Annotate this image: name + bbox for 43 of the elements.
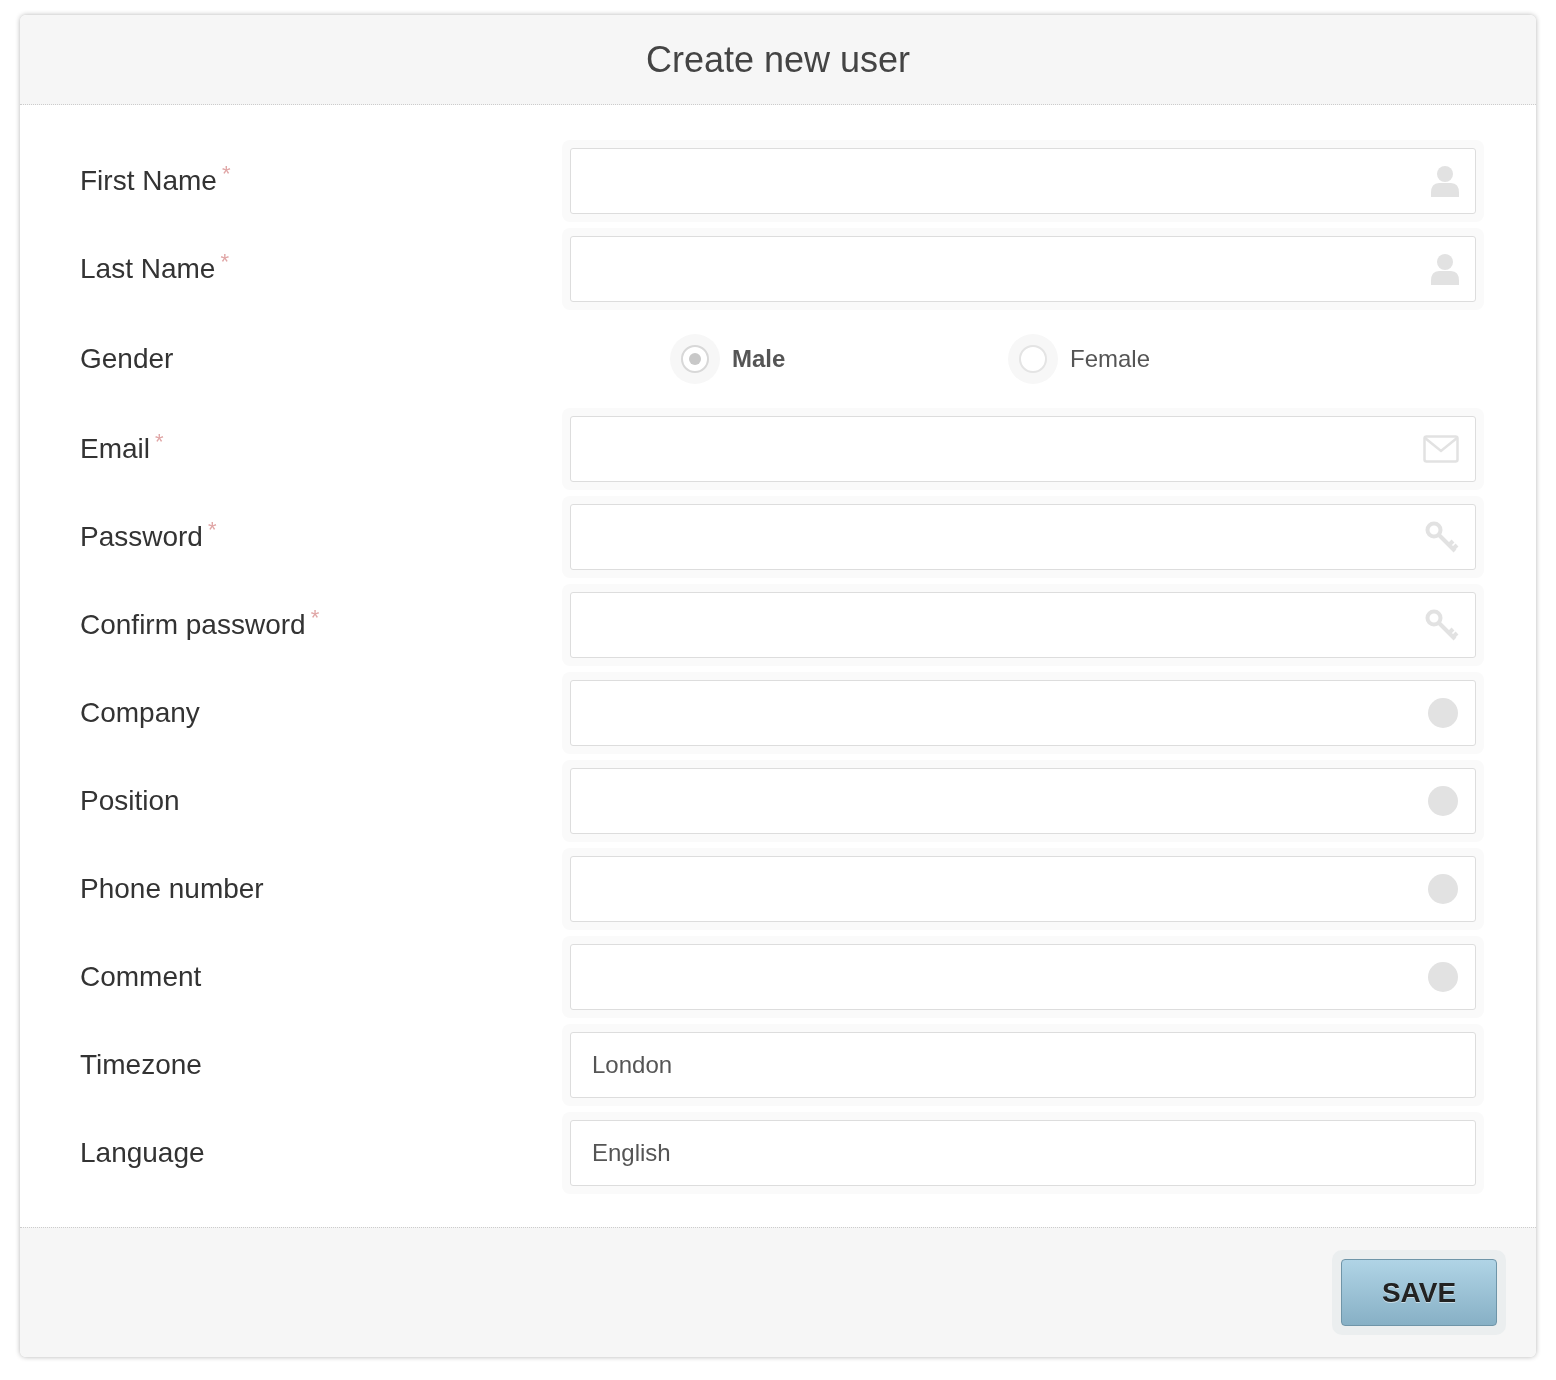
select-field[interactable]: English — [570, 1120, 1476, 1186]
select-field[interactable]: London — [570, 1032, 1476, 1098]
radio-label[interactable]: Male — [732, 345, 786, 373]
field-label: Email — [80, 433, 150, 465]
field-label: Language — [80, 1137, 205, 1169]
input-field[interactable] — [570, 680, 1476, 746]
field-label: Confirm password — [80, 609, 306, 641]
input-field[interactable] — [570, 768, 1476, 834]
field-label: Company — [80, 697, 200, 729]
save-button[interactable]: SAVE — [1341, 1259, 1497, 1326]
required-mark: * — [310, 605, 320, 631]
input-field[interactable] — [570, 236, 1476, 302]
person-icon — [1431, 165, 1459, 197]
radio-button[interactable] — [1019, 345, 1047, 373]
key-icon — [1425, 521, 1459, 553]
key-icon — [1425, 609, 1459, 641]
field-label: Last Name — [80, 253, 216, 285]
envelope-icon — [1423, 435, 1459, 463]
required-mark: * — [220, 249, 229, 275]
radio-button[interactable] — [681, 345, 709, 373]
input-field[interactable] — [570, 416, 1476, 482]
person-icon — [1431, 253, 1459, 285]
input-field[interactable] — [570, 944, 1476, 1010]
input-field[interactable] — [570, 504, 1476, 570]
required-mark: * — [207, 517, 217, 543]
field-label: Position — [80, 785, 180, 817]
field-label: Password — [80, 521, 203, 553]
field-label: Comment — [80, 961, 202, 993]
dot-icon — [1427, 961, 1459, 993]
dot-icon — [1427, 873, 1459, 905]
dialog-title: Create new user — [645, 38, 911, 81]
dot-icon — [1427, 785, 1459, 817]
required-mark: * — [155, 429, 164, 455]
field-label: Gender — [80, 343, 174, 375]
input-field[interactable] — [570, 856, 1476, 922]
input-field[interactable] — [570, 592, 1476, 658]
input-field[interactable] — [570, 148, 1476, 214]
field-label: Phone number — [80, 873, 264, 905]
required-mark: * — [221, 161, 231, 187]
field-label: Timezone — [80, 1049, 202, 1081]
dot-icon — [1427, 697, 1459, 729]
radio-label[interactable]: Female — [1070, 345, 1151, 373]
field-label: First Name — [80, 165, 217, 197]
